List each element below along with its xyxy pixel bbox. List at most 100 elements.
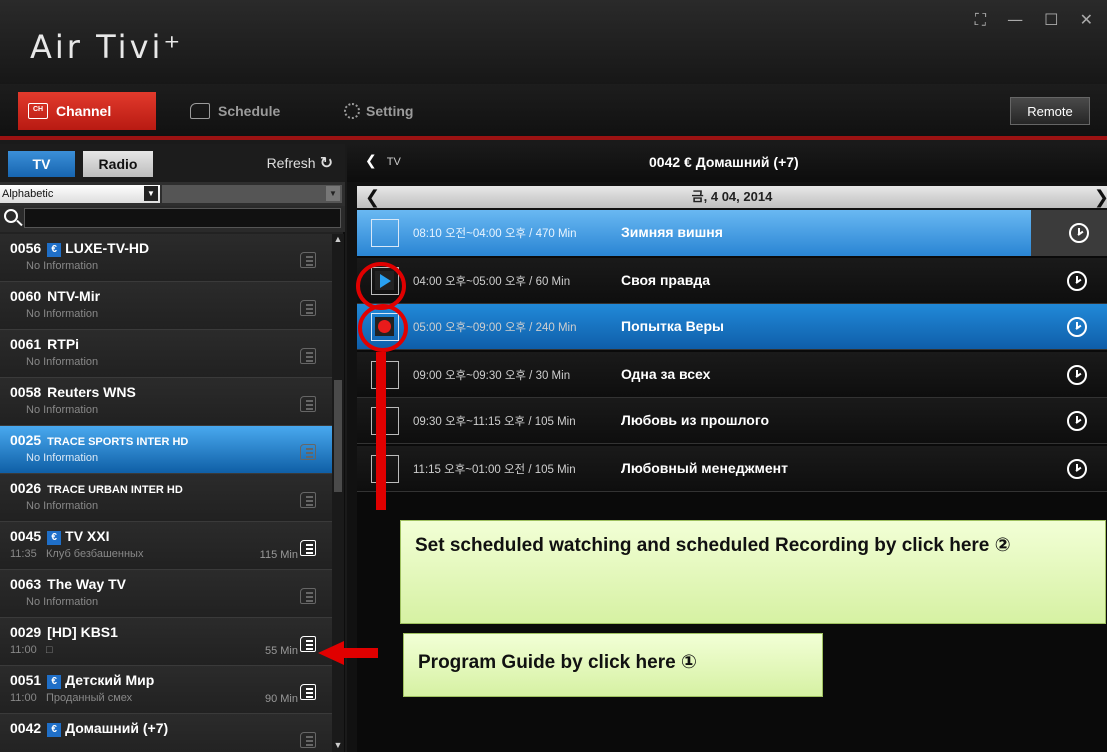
remote-button[interactable]: Remote [1010, 97, 1090, 125]
channel-item[interactable]: 0025 TRACE SPORTS INTER HD No Information [0, 426, 332, 474]
program-time: 09:30 오후~11:15 오후 / 105 Min [413, 416, 576, 428]
channel-scrollbar[interactable]: ▲ ▼ [332, 234, 344, 752]
filter-dropdown[interactable]: ▼ [162, 185, 342, 203]
program-guide-icon[interactable] [300, 252, 316, 268]
app-window: Air Tivi⁺ ⛶ — ☐ ✕ CH Channel Schedule Se… [0, 0, 1107, 752]
channel-number: 0045 [10, 528, 42, 544]
channel-subtitle: 11:00 □ [10, 644, 53, 656]
program-row[interactable]: 08:10 오전~04:00 오후 / 470 Min Зимняя вишня [357, 210, 1107, 256]
program-action-box[interactable] [371, 455, 399, 483]
program-guide-icon[interactable] [300, 300, 316, 316]
channel-name: LUXE-TV-HD [65, 240, 150, 256]
channel-item[interactable]: 0042 € Домашний (+7) [0, 714, 332, 752]
program-guide-icon[interactable] [300, 732, 316, 748]
fullscreen-icon[interactable]: ⛶ [975, 10, 994, 29]
app-title: Air Tivi⁺ [30, 28, 184, 66]
program-action-box[interactable] [371, 313, 399, 341]
channel-subtitle: No Information [26, 260, 98, 272]
channel-title: 0061 RTPi [10, 336, 79, 352]
sort-dropdown[interactable]: Alphabetic ▼ [0, 185, 160, 203]
channel-panel: TV Radio Refresh ↻ Alphabetic ▼ ▼ 0056 € LU… [0, 144, 345, 752]
schedule-clock-button[interactable] [1031, 210, 1107, 256]
channel-number: 0025 [10, 432, 42, 448]
channel-title: 0042 € Домашний (+7) [10, 720, 168, 737]
program-guide-icon[interactable] [300, 348, 316, 364]
program-guide-icon[interactable] [300, 588, 316, 604]
channel-item[interactable]: 0061 RTPi No Information [0, 330, 332, 378]
channel-time: 11:35 [10, 548, 37, 560]
record-icon[interactable] [375, 317, 394, 336]
channel-title: 0063 The Way TV [10, 576, 126, 592]
close-icon[interactable]: ✕ [1080, 10, 1101, 29]
tv-tab[interactable]: TV [8, 151, 75, 177]
program-action-box[interactable] [371, 219, 399, 247]
setting-tab[interactable]: Setting [334, 92, 423, 130]
channel-info: No Information [26, 404, 99, 416]
date-label: 금, 4 04, 2014 [691, 189, 773, 204]
back-button[interactable]: ❮ TV [365, 152, 401, 169]
channel-title: 0045 € TV XXI [10, 528, 110, 545]
channel-item[interactable]: 0056 € LUXE-TV-HD No Information [0, 234, 332, 282]
channel-subtitle: No Information [26, 308, 98, 320]
channel-item[interactable]: 0051 € Детский Мир 11:00 Проданный смех 90 Mi… [0, 666, 332, 714]
channel-tab[interactable]: CH Channel [18, 92, 156, 130]
window-controls: ⛶ — ☐ ✕ [975, 10, 1101, 30]
program-action-box[interactable] [371, 267, 399, 295]
channel-item[interactable]: 0060 NTV-Mir No Information [0, 282, 332, 330]
channel-title: 0056 € LUXE-TV-HD [10, 240, 149, 257]
minimize-icon[interactable]: — [1007, 10, 1031, 29]
scroll-thumb[interactable] [334, 380, 342, 492]
refresh-button[interactable]: Refresh ↻ [267, 153, 333, 173]
channel-name: [HD] KBS1 [47, 624, 118, 640]
channel-item[interactable]: 0045 € TV XXI 11:35 Клуб безбашенных 115 Min [0, 522, 332, 570]
program-guide-icon[interactable] [300, 540, 316, 556]
program-row[interactable]: 09:30 오후~11:15 오후 / 105 Min Любовь из про… [357, 398, 1107, 444]
channel-number: 0029 [10, 624, 42, 640]
channel-info: No Information [26, 596, 99, 608]
channel-number: 0026 [10, 480, 42, 496]
channel-item[interactable]: 0029 [HD] KBS1 11:00 □ 55 Min [0, 618, 332, 666]
channel-item[interactable]: 0026 TRACE URBAN INTER HD No Information [0, 474, 332, 522]
prev-day-icon[interactable]: ❮ [365, 186, 380, 208]
channel-name: TRACE SPORTS INTER HD [47, 436, 189, 448]
clock-icon[interactable] [1067, 365, 1087, 385]
program-title: Зимняя вишня [621, 224, 723, 240]
program-guide-icon[interactable] [300, 396, 316, 412]
clock-icon[interactable] [1069, 223, 1089, 243]
channel-tab-label: Channel [56, 103, 112, 119]
program-action-box[interactable] [371, 361, 399, 389]
euro-icon: € [47, 243, 62, 257]
channel-name: NTV-Mir [47, 288, 101, 304]
radio-tab[interactable]: Radio [83, 151, 153, 177]
scroll-down-icon[interactable]: ▼ [332, 740, 344, 752]
play-icon[interactable] [375, 271, 394, 290]
program-row[interactable]: 05:00 오후~09:00 오후 / 240 Min Попытка Веры [357, 304, 1107, 350]
channel-number: 0056 [10, 240, 42, 256]
channel-item[interactable]: 0063 The Way TV No Information [0, 570, 332, 618]
clock-icon[interactable] [1067, 411, 1087, 431]
program-guide-icon[interactable] [300, 636, 316, 652]
clock-icon[interactable] [1067, 459, 1087, 479]
clock-icon[interactable] [1067, 271, 1087, 291]
search-input[interactable] [24, 208, 341, 228]
clock-icon[interactable] [1067, 317, 1087, 337]
program-guide-icon[interactable] [300, 684, 316, 700]
channel-item[interactable]: 0058 Reuters WNS No Information [0, 378, 332, 426]
program-guide-icon[interactable] [300, 444, 316, 460]
scroll-up-icon[interactable]: ▲ [332, 234, 344, 246]
channel-title: 0025 TRACE SPORTS INTER HD [10, 432, 188, 448]
channel-info: No Information [26, 260, 99, 272]
program-action-box[interactable] [371, 407, 399, 435]
chevron-down-icon: ▼ [326, 186, 340, 201]
program-row[interactable]: 04:00 오후~05:00 오후 / 60 Min Своя правда [357, 258, 1107, 304]
program-row[interactable]: 09:00 오후~09:30 오후 / 30 Min Одна за всех [357, 352, 1107, 398]
channel-number: 0058 [10, 384, 42, 400]
channel-name: Reuters WNS [47, 384, 136, 400]
program-time: 04:00 오후~05:00 오후 / 60 Min [413, 276, 571, 288]
program-guide-icon[interactable] [300, 492, 316, 508]
program-row[interactable]: 11:15 오후~01:00 오전 / 105 Min Любовный мене… [357, 446, 1107, 492]
channel-number: 0051 [10, 672, 42, 688]
maximize-icon[interactable]: ☐ [1044, 10, 1066, 29]
schedule-tab[interactable]: Schedule [180, 92, 290, 130]
next-day-icon[interactable]: ❯ [1094, 186, 1107, 208]
